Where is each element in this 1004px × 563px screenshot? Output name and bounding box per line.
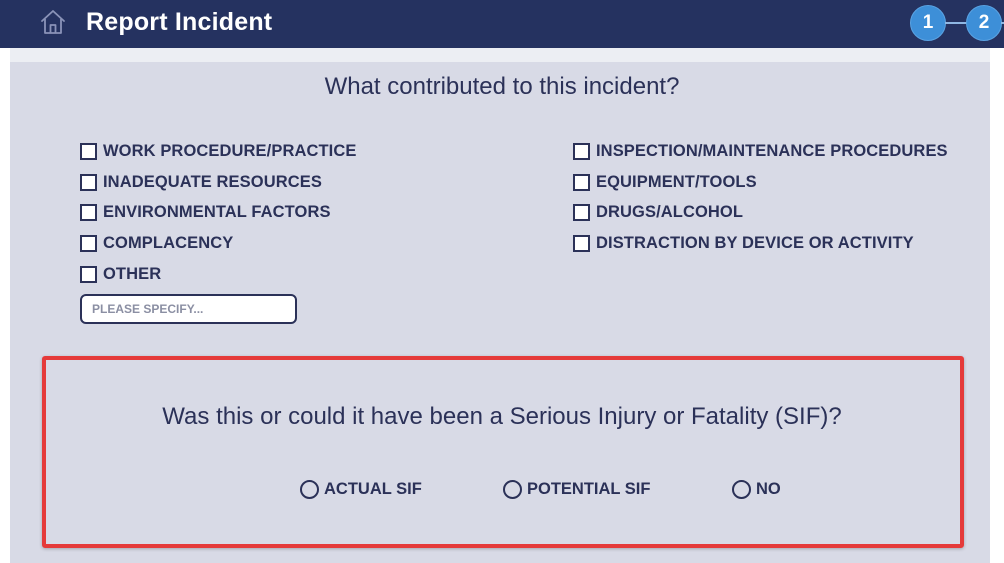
contributors-question: What contributed to this incident? [324, 73, 680, 100]
checkbox-box[interactable] [573, 204, 590, 221]
radio-circle[interactable] [732, 480, 751, 499]
radio-potential-sif[interactable]: POTENTIAL SIF [503, 480, 650, 499]
sif-question: Was this or could it have been a Serious… [162, 403, 842, 430]
sif-highlight-box [42, 356, 964, 548]
checkbox-box[interactable] [573, 174, 590, 191]
checkbox-label: OTHER [103, 265, 162, 283]
checkbox-complacency[interactable]: COMPLACENCY [80, 234, 233, 253]
checkbox-equipment-tools[interactable]: EQUIPMENT/TOOLS [573, 173, 757, 192]
checkbox-box[interactable] [80, 143, 97, 160]
checkbox-box[interactable] [80, 235, 97, 252]
radio-label: ACTUAL SIF [324, 480, 422, 498]
scroll-gutter [990, 48, 1004, 563]
checkbox-drugs-alcohol[interactable]: DRUGS/ALCOHOL [573, 203, 743, 222]
checkbox-box[interactable] [573, 235, 590, 252]
checkbox-label: INSPECTION/MAINTENANCE PROCEDURES [596, 142, 948, 160]
checkbox-box[interactable] [80, 174, 97, 191]
home-icon[interactable] [38, 7, 68, 37]
checkbox-label: EQUIPMENT/TOOLS [596, 173, 757, 191]
checkbox-inspection-maintenance[interactable]: INSPECTION/MAINTENANCE PROCEDURES [573, 142, 948, 161]
page-title: Report Incident [86, 8, 273, 36]
step-2-indicator[interactable]: 2 [966, 5, 1002, 41]
radio-actual-sif[interactable]: ACTUAL SIF [300, 480, 422, 499]
app-header: Report Incident 1 2 [0, 0, 1004, 48]
checkbox-label: COMPLACENCY [103, 234, 234, 252]
progress-stepper: 1 2 [910, 5, 1004, 41]
step-1-indicator[interactable]: 1 [910, 5, 946, 41]
step-connector [945, 22, 967, 24]
checkbox-environmental-factors[interactable]: ENVIRONMENTAL FACTORS [80, 203, 331, 222]
radio-circle[interactable] [503, 480, 522, 499]
checkbox-inadequate-resources[interactable]: INADEQUATE RESOURCES [80, 173, 322, 192]
radio-label: POTENTIAL SIF [527, 480, 651, 498]
checkbox-box[interactable] [80, 204, 97, 221]
radio-label: NO [756, 480, 781, 498]
checkbox-work-procedure[interactable]: WORK PROCEDURE/PRACTICE [80, 142, 356, 161]
radio-no[interactable]: NO [732, 480, 781, 499]
checkbox-label: ENVIRONMENTAL FACTORS [103, 203, 331, 221]
top-strip [10, 48, 1004, 62]
specify-input[interactable] [80, 294, 297, 324]
checkbox-box[interactable] [573, 143, 590, 160]
checkbox-label: WORK PROCEDURE/PRACTICE [103, 142, 357, 160]
checkbox-other[interactable]: OTHER [80, 265, 161, 284]
checkbox-distraction[interactable]: DISTRACTION BY DEVICE OR ACTIVITY [573, 234, 914, 253]
radio-circle[interactable] [300, 480, 319, 499]
checkbox-label: INADEQUATE RESOURCES [103, 173, 322, 191]
checkbox-label: DRUGS/ALCOHOL [596, 203, 744, 221]
checkbox-box[interactable] [80, 266, 97, 283]
checkbox-label: DISTRACTION BY DEVICE OR ACTIVITY [596, 234, 914, 252]
